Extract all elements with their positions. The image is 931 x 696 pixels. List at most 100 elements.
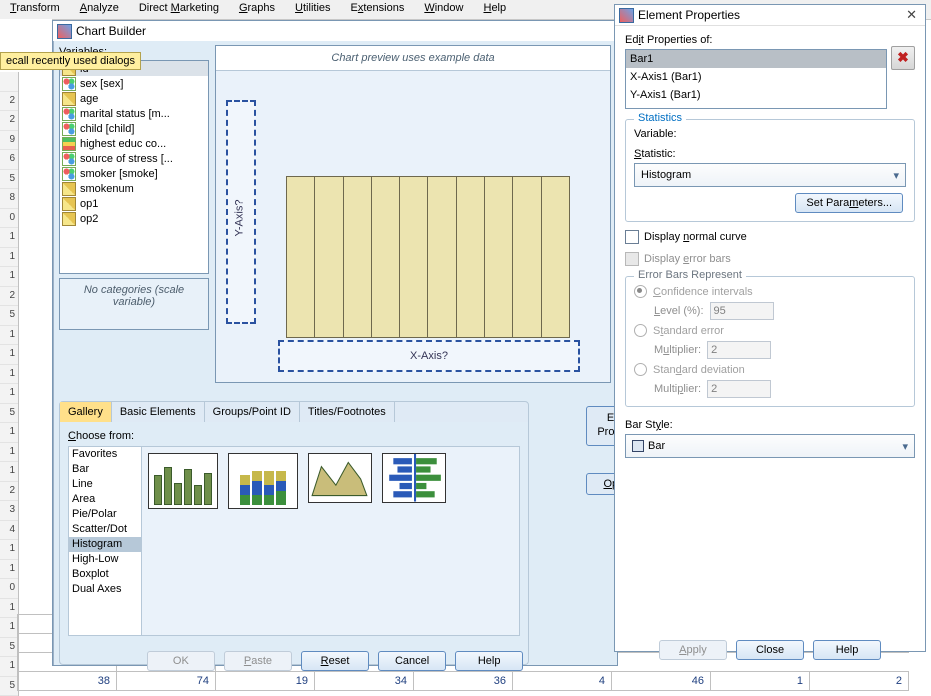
nominal-icon bbox=[62, 167, 76, 181]
variable-item[interactable]: op2 bbox=[60, 211, 208, 226]
tab-gallery[interactable]: Gallery bbox=[60, 402, 112, 422]
confidence-level-field bbox=[710, 302, 774, 320]
chart-builder-body: Variables: idsex [sex]agemarital status … bbox=[53, 41, 617, 677]
y-axis-dropzone[interactable]: Y-Axis? bbox=[226, 100, 256, 324]
menu-utilities[interactable]: Utilities bbox=[285, 0, 340, 19]
category-scatterdot[interactable]: Scatter/Dot bbox=[69, 522, 141, 537]
chart-canvas[interactable]: Chart preview uses example data Y-Axis? … bbox=[215, 45, 611, 383]
variable-item[interactable]: smokenum bbox=[60, 181, 208, 196]
nominal-icon bbox=[62, 152, 76, 166]
histogram-preview bbox=[286, 176, 570, 338]
scale-icon bbox=[62, 197, 76, 211]
category-favorites[interactable]: Favorites bbox=[69, 447, 141, 462]
data-cell[interactable]: 1 bbox=[711, 672, 810, 691]
variable-item[interactable]: child [child] bbox=[60, 121, 208, 136]
choose-from-label: Choose from: bbox=[68, 430, 520, 442]
element-props-icon bbox=[619, 8, 634, 23]
category-bar[interactable]: Bar bbox=[69, 462, 141, 477]
close-icon[interactable]: ✕ bbox=[902, 7, 921, 23]
category-histogram[interactable]: Histogram bbox=[69, 537, 141, 552]
menu-analyze[interactable]: Analyze bbox=[70, 0, 129, 19]
set-parameters-button[interactable]: Set Parameters... bbox=[795, 193, 903, 213]
scale-icon bbox=[62, 92, 76, 106]
close-button[interactable]: Close bbox=[736, 640, 804, 660]
category-boxplot[interactable]: Boxplot bbox=[69, 567, 141, 582]
chart-builder-title: Chart Builder bbox=[76, 24, 146, 38]
menu-help[interactable]: Help bbox=[473, 0, 516, 19]
tab-basic-elements[interactable]: Basic Elements bbox=[112, 402, 205, 422]
reset-button[interactable]: Reset bbox=[301, 651, 369, 671]
radio-icon bbox=[634, 285, 647, 298]
chart-builder-buttons: OK Paste Reset Cancel Help bbox=[53, 651, 617, 671]
x-axis-dropzone[interactable]: X-Axis? bbox=[278, 340, 580, 372]
variable-item[interactable]: smoker [smoke] bbox=[60, 166, 208, 181]
chart-category-list[interactable]: FavoritesBarLineAreaPie/PolarScatter/Dot… bbox=[69, 447, 142, 635]
variable-label: Variable: bbox=[634, 128, 906, 140]
variables-list[interactable]: idsex [sex]agemarital status [m...child … bbox=[59, 60, 209, 274]
menu-extensions[interactable]: Extensions bbox=[341, 0, 415, 19]
edit-properties-list[interactable]: Bar1X-Axis1 (Bar1)Y-Axis1 (Bar1) bbox=[625, 49, 887, 109]
nominal-icon bbox=[62, 122, 76, 136]
bar-style-label: Bar Style: bbox=[625, 419, 915, 431]
chart-builder-icon bbox=[57, 24, 72, 39]
chevron-down-icon: ▾ bbox=[893, 169, 899, 182]
category-area[interactable]: Area bbox=[69, 492, 141, 507]
data-cell[interactable]: 2 bbox=[810, 672, 909, 691]
variable-item[interactable]: source of stress [... bbox=[60, 151, 208, 166]
help-button[interactable]: Help bbox=[455, 651, 523, 671]
category-line[interactable]: Line bbox=[69, 477, 141, 492]
variable-item[interactable]: age bbox=[60, 91, 208, 106]
display-normal-curve-checkbox[interactable]: Display normal curve bbox=[625, 230, 915, 244]
thumb-population-pyramid[interactable] bbox=[382, 453, 446, 503]
data-row-numbers: 22965801112511115111234110115150 bbox=[0, 72, 19, 696]
canvas-hint: Chart preview uses example data bbox=[216, 46, 610, 71]
category-highlow[interactable]: High-Low bbox=[69, 552, 141, 567]
help-button[interactable]: Help bbox=[813, 640, 881, 660]
category-dualaxes[interactable]: Dual Axes bbox=[69, 582, 141, 597]
menu-graphs[interactable]: Graphs bbox=[229, 0, 285, 19]
thumb-stacked-histogram[interactable] bbox=[228, 453, 298, 509]
bar-style-combo[interactable]: Bar ▾ bbox=[625, 434, 915, 458]
no-categories-message: No categories (scale variable) bbox=[59, 278, 209, 330]
edit-properties-item[interactable]: X-Axis1 (Bar1) bbox=[626, 68, 886, 86]
thumb-frequency-polygon[interactable] bbox=[308, 453, 372, 503]
thumb-simple-histogram[interactable] bbox=[148, 453, 218, 509]
statistic-combo[interactable]: Histogram ▾ bbox=[634, 163, 906, 187]
cancel-button[interactable]: Cancel bbox=[378, 651, 446, 671]
edit-properties-of-label: Edit Properties of: bbox=[625, 34, 712, 46]
menu-window[interactable]: Window bbox=[414, 0, 473, 19]
variable-item[interactable]: highest educ co... bbox=[60, 136, 208, 151]
tab-groups-point-id[interactable]: Groups/Point ID bbox=[205, 402, 300, 422]
toolbar-fragment bbox=[0, 19, 52, 53]
data-cell[interactable]: 46 bbox=[612, 672, 711, 691]
apply-button: Apply bbox=[659, 640, 727, 660]
stddev-multiplier-field bbox=[707, 380, 771, 398]
paste-button: Paste bbox=[224, 651, 292, 671]
gallery-thumbnails[interactable] bbox=[142, 447, 519, 635]
menu-transform[interactable]: Transform bbox=[0, 0, 70, 19]
menu-direct-marketing[interactable]: Direct Marketing bbox=[129, 0, 229, 19]
delete-icon[interactable]: ✖ bbox=[891, 46, 915, 70]
gallery-tabs[interactable]: Gallery Basic Elements Groups/Point ID T… bbox=[59, 401, 529, 423]
variable-item[interactable]: marital status [m... bbox=[60, 106, 208, 121]
scale-icon bbox=[62, 182, 76, 196]
variable-item[interactable]: op1 bbox=[60, 196, 208, 211]
edit-properties-item[interactable]: Bar1 bbox=[626, 50, 886, 68]
scale-icon bbox=[62, 212, 76, 226]
element-props-titlebar: Element Properties ✕ bbox=[615, 5, 925, 26]
ok-button: OK bbox=[147, 651, 215, 671]
nominal-icon bbox=[62, 107, 76, 121]
tab-titles-footnotes[interactable]: Titles/Footnotes bbox=[300, 402, 395, 422]
category-piepolar[interactable]: Pie/Polar bbox=[69, 507, 141, 522]
radio-icon bbox=[634, 363, 647, 376]
edit-properties-item[interactable]: Y-Axis1 (Bar1) bbox=[626, 86, 886, 104]
ordinal-icon bbox=[62, 137, 76, 151]
variable-item[interactable]: sex [sex] bbox=[60, 76, 208, 91]
checkbox-icon bbox=[625, 230, 639, 244]
checkbox-icon bbox=[625, 252, 639, 266]
stderr-multiplier-field bbox=[707, 341, 771, 359]
chart-builder-titlebar: Chart Builder bbox=[53, 21, 617, 41]
element-props-title: Element Properties bbox=[638, 8, 740, 22]
gallery-panel: Choose from: FavoritesBarLineAreaPie/Pol… bbox=[59, 422, 529, 665]
recall-dialogs-tooltip: ecall recently used dialogs bbox=[0, 52, 141, 70]
